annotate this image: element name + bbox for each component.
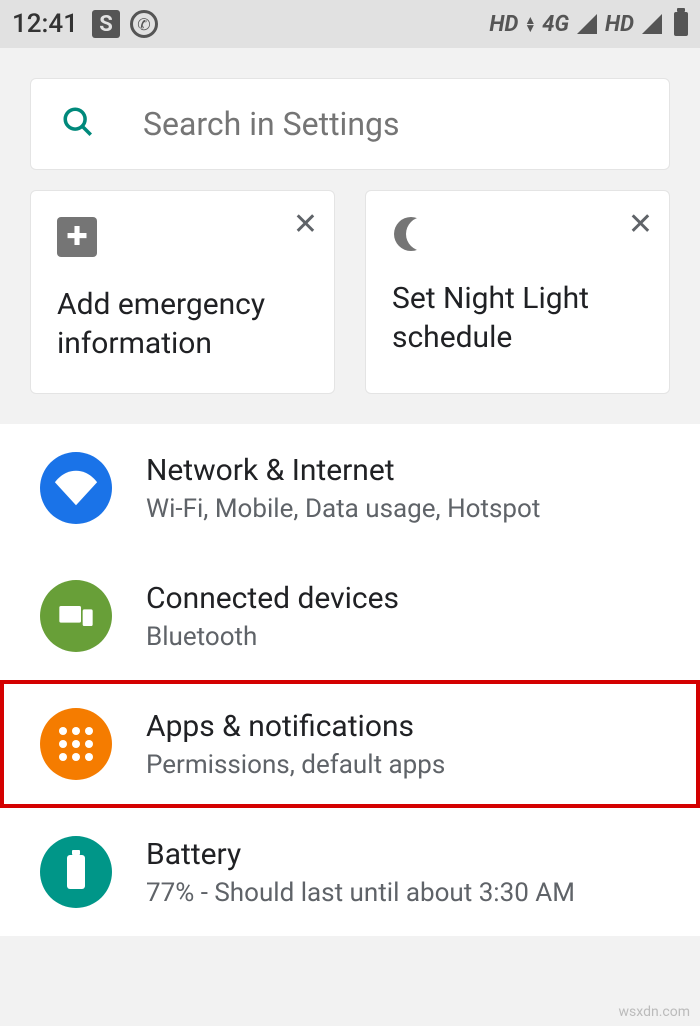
- suggestion-night-light[interactable]: ✕ Set Night Light schedule: [365, 190, 670, 394]
- status-left-icons: S ✆: [92, 10, 158, 38]
- item-subtitle: Bluetooth: [146, 622, 399, 652]
- signal-icon-2: [642, 14, 662, 34]
- phone-icon: ✆: [130, 10, 158, 38]
- network-type: 4G: [542, 12, 569, 37]
- moon-icon: [394, 217, 428, 251]
- suggestion-title: Add emergency information: [57, 285, 308, 363]
- item-network-internet[interactable]: Network & Internet Wi-Fi, Mobile, Data u…: [0, 424, 700, 552]
- hd-indicator-2: HD: [605, 12, 634, 37]
- close-icon[interactable]: ✕: [628, 207, 653, 242]
- devices-icon: [40, 580, 112, 652]
- signal-icon-1: [577, 14, 597, 34]
- suggestion-cards: ✕ ✚ Add emergency information ✕ Set Nigh…: [0, 190, 700, 424]
- status-time: 12:41: [12, 9, 78, 39]
- hd-indicator-1: HD: [489, 12, 518, 37]
- data-arrows-icon: ▲▼: [524, 16, 536, 32]
- search-placeholder: Search in Settings: [143, 105, 399, 143]
- search-box[interactable]: Search in Settings: [30, 78, 670, 170]
- search-icon: [61, 105, 95, 143]
- item-battery[interactable]: Battery 77% - Should last until about 3:…: [0, 808, 700, 936]
- item-title: Network & Internet: [146, 453, 540, 488]
- battery-circle-icon: [40, 836, 112, 908]
- item-subtitle: 77% - Should last until about 3:30 AM: [146, 878, 575, 908]
- search-container: Search in Settings: [0, 48, 700, 190]
- item-title: Battery: [146, 837, 575, 872]
- battery-icon: [674, 12, 688, 36]
- item-apps-notifications[interactable]: Apps & notifications Permissions, defaul…: [0, 680, 700, 808]
- suggestion-emergency[interactable]: ✕ ✚ Add emergency information: [30, 190, 335, 394]
- status-right-icons: HD ▲▼ 4G HD: [489, 12, 688, 37]
- status-bar: 12:41 S ✆ HD ▲▼ 4G HD: [0, 0, 700, 48]
- wifi-icon: [40, 452, 112, 524]
- settings-list: Network & Internet Wi-Fi, Mobile, Data u…: [0, 424, 700, 936]
- suggestion-title: Set Night Light schedule: [392, 279, 643, 357]
- item-subtitle: Wi-Fi, Mobile, Data usage, Hotspot: [146, 494, 540, 524]
- item-title: Connected devices: [146, 581, 399, 616]
- item-subtitle: Permissions, default apps: [146, 750, 445, 780]
- plus-icon: ✚: [57, 217, 97, 257]
- watermark: wsxdn.com: [619, 1004, 690, 1020]
- app-icon-s: S: [92, 10, 120, 38]
- apps-icon: [40, 708, 112, 780]
- item-title: Apps & notifications: [146, 709, 445, 744]
- item-connected-devices[interactable]: Connected devices Bluetooth: [0, 552, 700, 680]
- close-icon[interactable]: ✕: [293, 207, 318, 242]
